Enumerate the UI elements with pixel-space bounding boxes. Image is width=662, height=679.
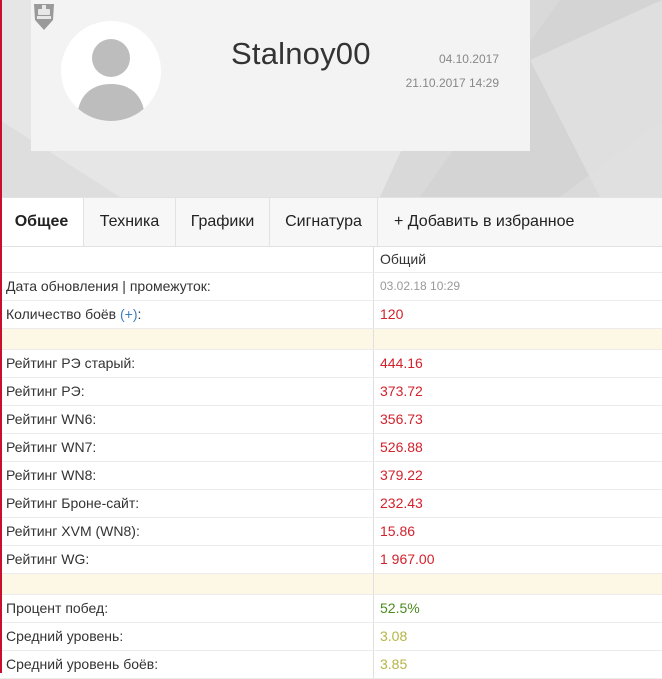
separator-cell [374, 574, 662, 594]
tank-icon [34, 4, 54, 30]
row-label: Количество боёв (+): [0, 301, 374, 328]
row-label: Рейтинг XVM (WN8): [0, 518, 374, 545]
row-value: 232.43 [380, 495, 423, 511]
table-row-rating: Рейтинг РЭ: 373.72 [0, 378, 662, 406]
table-separator [0, 574, 662, 595]
battles-colon: : [137, 306, 142, 322]
table-header-label [0, 246, 374, 272]
row-value: 52.5% [380, 600, 420, 616]
row-label: Рейтинг WN7: [0, 434, 374, 461]
table-row-rating: Рейтинг WN7: 526.88 [0, 434, 662, 462]
row-label: Дата обновления | промежуток: [0, 273, 374, 300]
row-value: 3.08 [380, 628, 408, 644]
row-label: Средний уровень: [0, 623, 374, 650]
table-row-rating: Рейтинг XVM (WN8): 15.86 [0, 518, 662, 546]
row-value: 356.73 [380, 411, 423, 427]
separator-cell [374, 329, 662, 349]
tab-general[interactable]: Общее [0, 198, 84, 246]
table-row-rating: Рейтинг РЭ старый: 444.16 [0, 350, 662, 378]
row-label: Рейтинг РЭ: [0, 378, 374, 405]
profile-header: Stalnoy00 04.10.2017 21.10.2017 14:29 [0, 0, 662, 197]
table-row-rating: Рейтинг Броне-сайт: 232.43 [0, 490, 662, 518]
row-label: Рейтинг Броне-сайт: [0, 490, 374, 517]
row-value: 444.16 [380, 355, 423, 371]
add-battles-link[interactable]: (+) [120, 306, 138, 322]
row-value: 373.72 [380, 383, 423, 399]
table-row-rating: Рейтинг WN6: 356.73 [0, 406, 662, 434]
page-left-border [0, 0, 2, 673]
table-row-avg-battle-tier: Средний уровень боёв: 3.85 [0, 651, 662, 679]
default-user-avatar-icon [61, 21, 161, 121]
row-value: 379.22 [380, 467, 423, 483]
table-row-avg-tier: Средний уровень: 3.08 [0, 623, 662, 651]
table-header-row: Общий [0, 246, 662, 273]
row-value: 3.85 [380, 656, 408, 672]
table-row-updated: Дата обновления | промежуток: 03.02.18 1… [0, 273, 662, 301]
tab-vehicles[interactable]: Техника [84, 198, 176, 246]
add-to-favorites-button[interactable]: + Добавить в избранное [378, 198, 662, 246]
profile-card: Stalnoy00 04.10.2017 21.10.2017 14:29 [31, 0, 530, 151]
profile-tabs: Общее Техника Графики Сигнатура + Добави… [0, 197, 662, 247]
row-label: Рейтинг WN6: [0, 406, 374, 433]
column-header-overall: Общий [380, 251, 427, 267]
row-value: 120 [380, 306, 404, 322]
table-row-rating: Рейтинг WG: 1 967.00 [0, 546, 662, 574]
last-battle-date: 21.10.2017 14:29 [405, 76, 499, 90]
separator-cell [0, 329, 374, 349]
table-row-winrate: Процент побед: 52.5% [0, 595, 662, 623]
row-value: 15.86 [380, 523, 416, 539]
username: Stalnoy00 [231, 36, 371, 71]
table-separator [0, 329, 662, 350]
table-row-battles: Количество боёв (+): 120 [0, 301, 662, 329]
table-row-rating: Рейтинг WN8: 379.22 [0, 462, 662, 490]
row-label: Процент побед: [0, 595, 374, 622]
tab-charts[interactable]: Графики [176, 198, 270, 246]
row-label: Средний уровень боёв: [0, 651, 374, 678]
row-value: 1 967.00 [380, 551, 435, 567]
row-value: 03.02.18 10:29 [380, 279, 461, 293]
stats-table: Общий Дата обновления | промежуток: 03.0… [0, 246, 662, 679]
row-label: Рейтинг РЭ старый: [0, 350, 374, 377]
row-label: Рейтинг WN8: [0, 462, 374, 489]
registration-date: 04.10.2017 [438, 52, 499, 66]
row-value: 526.88 [380, 439, 423, 455]
row-label: Рейтинг WG: [0, 546, 374, 573]
tab-signature[interactable]: Сигнатура [270, 198, 378, 246]
separator-cell [0, 574, 374, 594]
battles-label: Количество боёв [6, 306, 117, 322]
